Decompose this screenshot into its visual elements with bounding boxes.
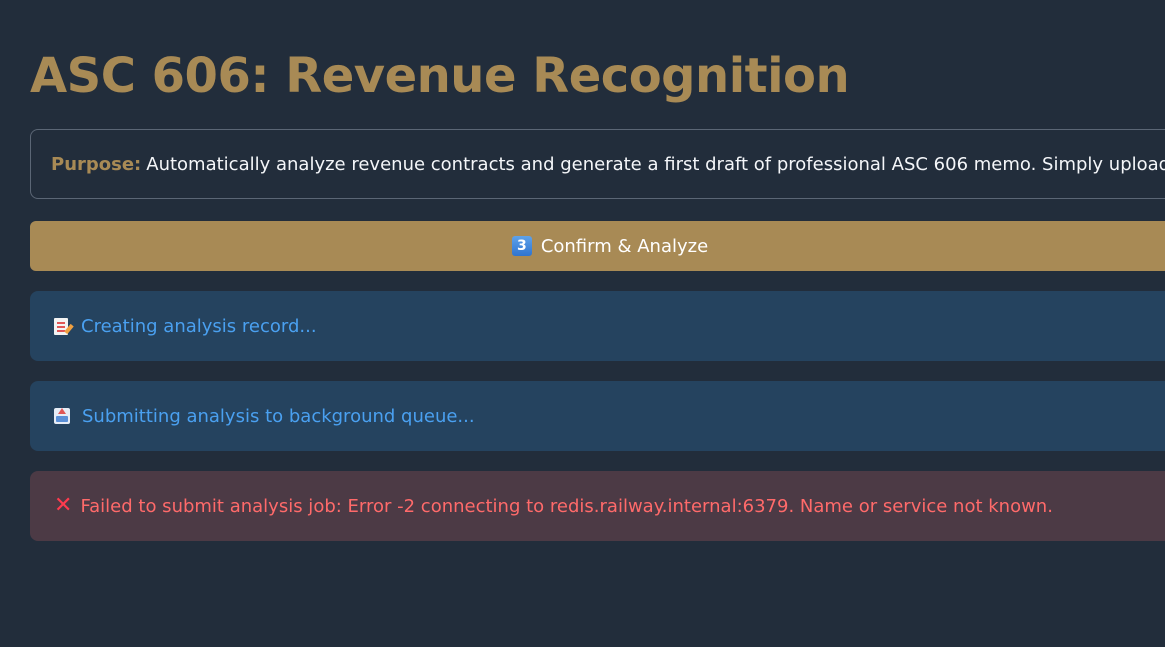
error-message-text: Failed to submit analysis job: Error -2 …	[80, 495, 1053, 517]
purpose-box: Purpose: Automatically analyze revenue c…	[30, 129, 1165, 199]
outbox-tray-icon	[54, 408, 70, 424]
page: ASC 606: Revenue Recognition Purpose: Au…	[0, 0, 1165, 647]
page-title: ASC 606: Revenue Recognition	[30, 48, 850, 104]
status-message-text: Submitting analysis to background queue.…	[82, 405, 475, 427]
memo-icon	[54, 317, 68, 335]
error-submit-failed: ✕ Failed to submit analysis job: Error -…	[30, 471, 1165, 541]
purpose-text: Automatically analyze revenue contracts …	[146, 153, 1165, 175]
status-creating-record: Creating analysis record...	[30, 291, 1165, 361]
confirm-analyze-button[interactable]: 3 Confirm & Analyze	[30, 221, 1165, 271]
keycap-three-icon: 3	[511, 236, 532, 256]
cross-mark-icon: ✕	[54, 493, 73, 518]
purpose-label: Purpose:	[51, 153, 142, 175]
confirm-analyze-label: Confirm & Analyze	[540, 235, 709, 257]
status-submitting-queue: Submitting analysis to background queue.…	[30, 381, 1165, 451]
status-message-text: Creating analysis record...	[81, 315, 317, 337]
